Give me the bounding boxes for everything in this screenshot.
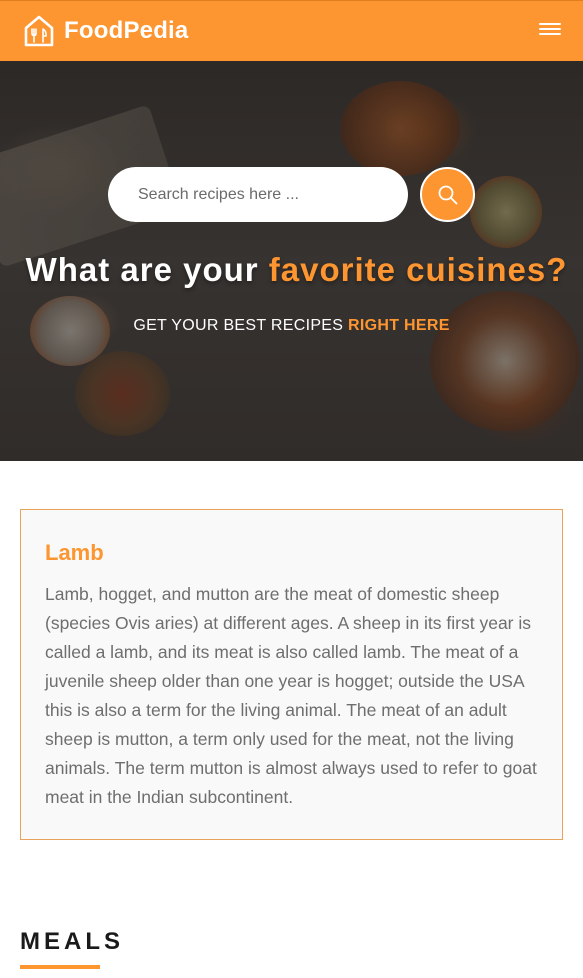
search-button[interactable] — [420, 167, 475, 222]
brand[interactable]: FoodPedia — [24, 15, 188, 47]
navbar: FoodPedia — [0, 0, 583, 61]
house-utensils-icon — [24, 15, 54, 47]
hero-subtitle-prefix: GET YOUR BEST RECIPES — [133, 317, 348, 334]
card-text: Lamb, hogget, and mutton are the meat of… — [45, 584, 537, 807]
search-input[interactable] — [108, 167, 408, 222]
meals-heading: MEALS — [20, 928, 124, 955]
meals-underline — [20, 965, 100, 969]
card-title: Lamb — [45, 540, 104, 565]
info-card: Lamb Lamb, hogget, and mutton are the me… — [20, 509, 563, 840]
hero-banner: What are your favorite cuisines? GET YOU… — [0, 61, 583, 461]
brand-name: FoodPedia — [64, 17, 189, 44]
hero-subtitle-accent: RIGHT HERE — [348, 317, 450, 334]
hero-title: What are your favorite cuisines? — [0, 251, 583, 289]
search-icon — [438, 185, 457, 204]
hero-title-prefix: What are your — [25, 251, 269, 288]
hamburger-icon[interactable] — [539, 21, 561, 37]
hero-subtitle: GET YOUR BEST RECIPES RIGHT HERE — [0, 317, 583, 335]
hero-title-accent: favorite cuisines? — [268, 251, 568, 288]
